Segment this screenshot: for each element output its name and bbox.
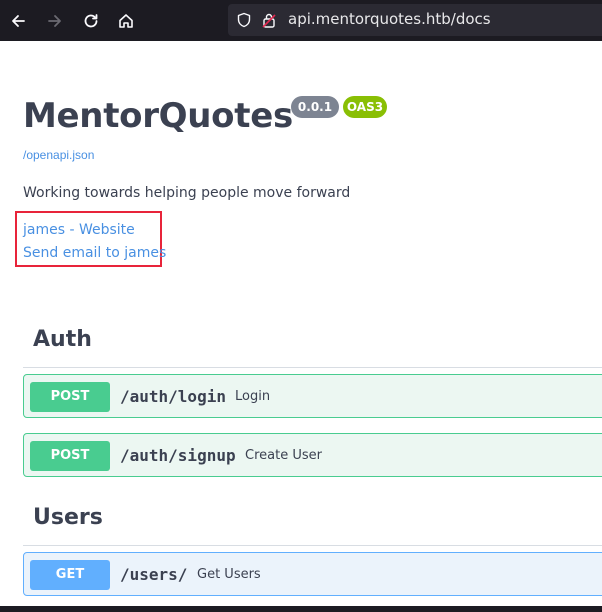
forward-button[interactable]	[41, 7, 69, 35]
arrow-right-icon	[48, 15, 61, 27]
address-bar[interactable]: api.mentorquotes.htb/docs	[228, 4, 602, 36]
contact-website-link[interactable]: james - Website	[23, 222, 135, 238]
url-text[interactable]: api.mentorquotes.htb/docs	[288, 10, 491, 28]
page-title: MentorQuotes	[23, 96, 293, 136]
opblock-auth-login[interactable]: POST /auth/login Login	[23, 374, 602, 418]
shield-icon[interactable]	[236, 12, 252, 28]
section-divider	[23, 545, 602, 546]
method-badge: GET	[30, 560, 110, 590]
home-button[interactable]	[112, 7, 140, 35]
endpoint-summary: Get Users	[197, 567, 261, 582]
window-bottom-edge	[0, 606, 602, 612]
version-badge: 0.0.1	[291, 96, 339, 118]
browser-toolbar: api.mentorquotes.htb/docs	[0, 0, 602, 41]
endpoint-path: /auth/login	[120, 387, 226, 406]
openapi-json-link[interactable]: /openapi.json	[23, 148, 94, 162]
section-divider	[23, 367, 602, 368]
contact-email-link[interactable]: Send email to james	[23, 245, 166, 261]
opblock-users-get[interactable]: GET /users/ Get Users	[23, 552, 602, 596]
endpoint-summary: Create User	[245, 448, 322, 463]
endpoint-path: /auth/signup	[120, 446, 236, 465]
opblock-auth-signup[interactable]: POST /auth/signup Create User	[23, 433, 602, 477]
reload-button[interactable]	[77, 7, 105, 35]
insecure-lock-icon[interactable]	[261, 12, 277, 28]
home-icon	[119, 14, 133, 28]
tag-auth-title[interactable]: Auth	[33, 327, 92, 352]
oas-badge: OAS3	[343, 96, 387, 118]
arrow-left-icon	[12, 15, 25, 27]
reload-icon	[84, 14, 98, 28]
endpoint-summary: Login	[235, 389, 271, 404]
method-badge: POST	[30, 382, 110, 412]
endpoint-path: /users/	[120, 565, 188, 584]
tag-users-title[interactable]: Users	[33, 505, 103, 530]
back-button[interactable]	[4, 7, 32, 35]
method-badge: POST	[30, 441, 110, 471]
api-description: Working towards helping people move forw…	[23, 185, 351, 201]
